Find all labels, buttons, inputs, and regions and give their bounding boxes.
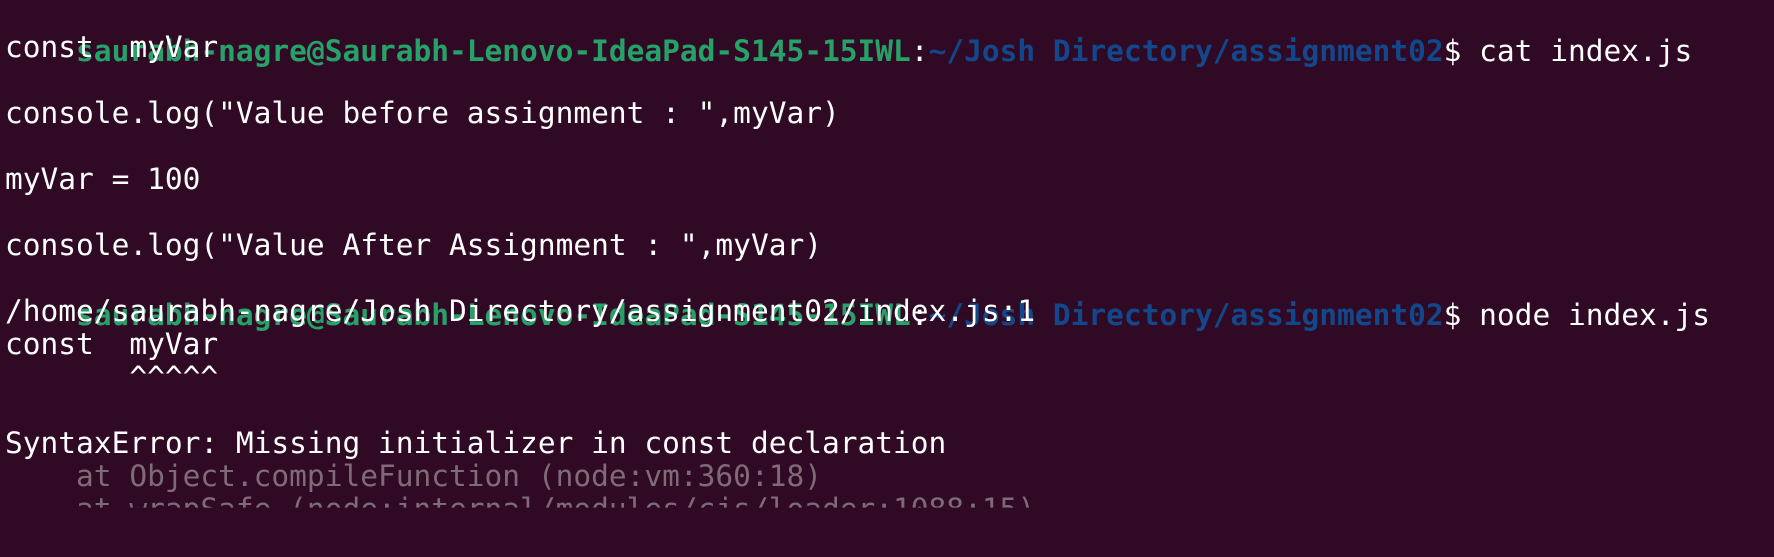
prompt-dollar: $ xyxy=(1443,298,1480,332)
prompt-colon: : xyxy=(910,34,929,68)
error-message: SyntaxError: Missing initializer in cons… xyxy=(5,426,947,460)
command-node: node index.js xyxy=(1479,298,1711,332)
file-line-1: const myVar xyxy=(5,30,219,64)
prompt-line-node: saurabh-nagre@Saurabh-Lenovo-IdeaPad-S14… xyxy=(5,260,1710,332)
error-caret-line: ^^^^^ xyxy=(5,360,219,394)
prompt-path: ~/Josh Directory/assignment02 xyxy=(928,34,1444,68)
command-cat: cat index.js xyxy=(1479,34,1693,68)
file-line-3: console.log("Value before assignment : "… xyxy=(5,96,840,130)
prompt-line-cat: saurabh-nagre@Saurabh-Lenovo-IdeaPad-S14… xyxy=(5,0,1692,68)
error-source-line: const myVar xyxy=(5,327,219,361)
stack-trace-line-1: at Object.compileFunction (node:vm:360:1… xyxy=(5,459,822,493)
prompt-dollar: $ xyxy=(1443,34,1480,68)
error-location: /home/saurabh-nagre/Josh Directory/assig… xyxy=(5,294,1036,328)
terminal-window[interactable]: saurabh-nagre@Saurabh-Lenovo-IdeaPad-S14… xyxy=(0,0,1774,557)
file-line-5: myVar = 100 xyxy=(5,162,201,196)
file-line-7: console.log("Value After Assignment : ",… xyxy=(5,228,822,262)
stack-trace-line-2: at wrapSafe (node:internal/modules/cjs/l… xyxy=(5,492,1036,526)
